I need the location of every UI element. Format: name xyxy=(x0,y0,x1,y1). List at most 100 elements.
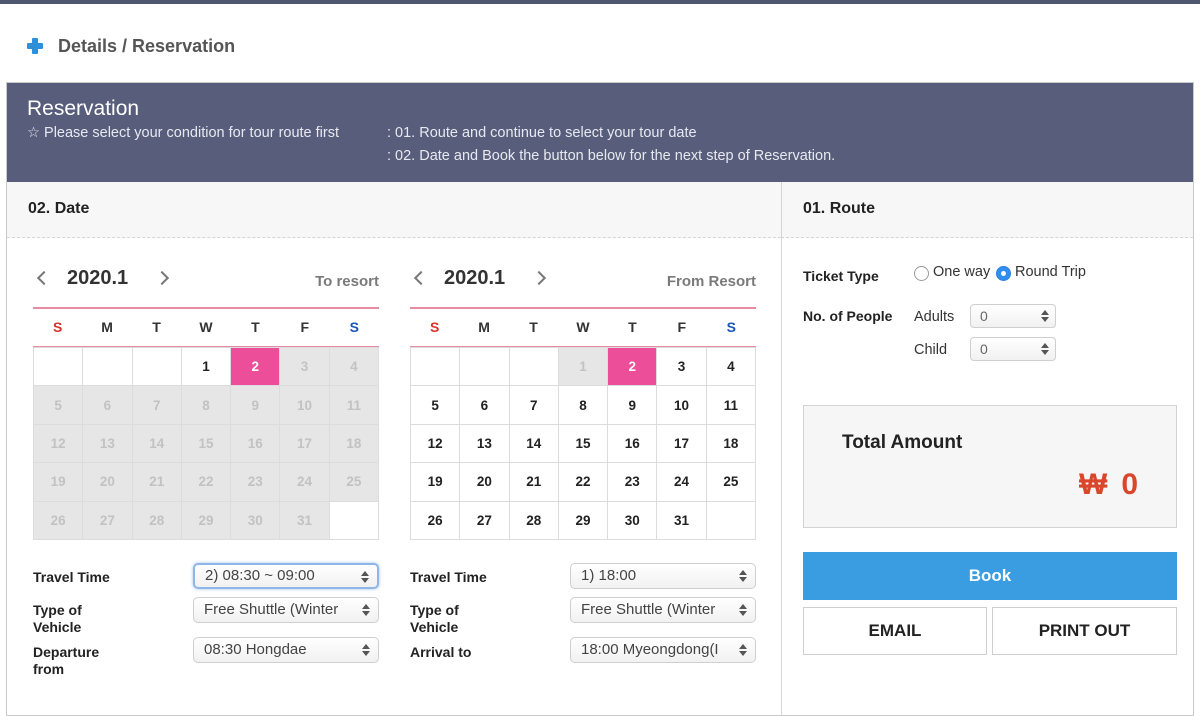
calendar-day[interactable]: 28 xyxy=(509,501,559,540)
departure-label-line-1: Departure xyxy=(33,644,100,660)
calendar-day[interactable]: 2 xyxy=(608,348,658,387)
calendar-day[interactable]: 29 xyxy=(558,501,609,540)
travel-time-select[interactable]: 1) 18:00 xyxy=(570,563,756,589)
vehicle-label: Type of Vehicle xyxy=(33,602,82,636)
calendar-day: 6 xyxy=(83,386,133,425)
adults-value: 0 xyxy=(980,308,988,324)
chevron-right-icon[interactable] xyxy=(531,270,547,286)
calendar-day[interactable]: 23 xyxy=(608,463,658,502)
round-trip-label[interactable]: Round Trip xyxy=(1015,264,1086,280)
weekday-header: S M T W T F S xyxy=(33,307,379,347)
travel-time-value: 1) 18:00 xyxy=(581,567,637,584)
calendar-day[interactable]: 3 xyxy=(657,348,707,387)
calendar-day[interactable]: 22 xyxy=(558,463,609,502)
calendar-day[interactable]: 7 xyxy=(509,386,559,425)
child-value: 0 xyxy=(980,341,988,357)
calendar-day: 11 xyxy=(329,386,379,425)
calendar-day[interactable]: 16 xyxy=(608,424,658,464)
select-arrows-icon xyxy=(361,571,369,583)
calendar-day[interactable]: 26 xyxy=(411,501,461,540)
plus-icon xyxy=(26,37,44,55)
weekday-label: T xyxy=(529,319,538,335)
calendar-day[interactable]: 17 xyxy=(657,424,707,464)
calendar-grid: 1 2 3 4 5 6 7 8 9 10 11 12 13 14 15 16 17 18 19 20 21 22 23 24 2… xyxy=(33,347,379,540)
email-button[interactable]: EMAIL xyxy=(803,607,987,655)
one-way-label[interactable]: One way xyxy=(933,264,990,280)
weekday-label: M xyxy=(478,319,490,335)
calendar-day[interactable]: 30 xyxy=(608,501,658,540)
vehicle-select[interactable]: Free Shuttle (Winter xyxy=(570,597,756,623)
calendar-day[interactable]: 10 xyxy=(657,386,707,425)
people-label: No. of People xyxy=(803,308,893,324)
calendar-day: 3 xyxy=(280,348,330,387)
one-way-radio[interactable] xyxy=(914,266,929,281)
calendar-day[interactable]: 4 xyxy=(706,348,756,387)
weekday-label: S xyxy=(430,319,440,335)
calendar-day[interactable]: 25 xyxy=(706,463,756,502)
calendar-day: 5 xyxy=(34,386,84,425)
calendar-day: 23 xyxy=(231,463,281,502)
select-arrows-icon xyxy=(739,644,747,656)
calendar-day: 10 xyxy=(280,386,330,425)
banner-step-1: : 01. Route and continue to select your … xyxy=(387,125,697,141)
calendar-day xyxy=(509,348,559,387)
calendar-day[interactable]: 31 xyxy=(657,501,707,540)
calendar-month: 2020.1 xyxy=(67,267,129,289)
calendar-day[interactable]: 13 xyxy=(460,424,510,464)
adults-select[interactable]: 0 xyxy=(970,304,1056,328)
weekday-label: T xyxy=(152,319,161,335)
calendar-month: 2020.1 xyxy=(444,267,506,289)
calendar-day[interactable]: 24 xyxy=(657,463,707,502)
chevron-left-icon[interactable] xyxy=(36,270,52,286)
weekday-label: W xyxy=(576,319,590,335)
calendar-day[interactable]: 9 xyxy=(608,386,658,425)
calendar-day[interactable]: 6 xyxy=(460,386,510,425)
calendar-day: 31 xyxy=(280,501,330,540)
calendar-day[interactable]: 2 xyxy=(231,348,281,387)
vehicle-label-line-2: Vehicle xyxy=(33,619,82,635)
calendar-day[interactable]: 5 xyxy=(411,386,461,425)
round-trip-radio[interactable] xyxy=(996,266,1011,281)
calendar-day[interactable]: 18 xyxy=(706,424,756,464)
calendar-day: 22 xyxy=(181,463,232,502)
select-arrows-icon xyxy=(362,644,370,656)
chevron-left-icon[interactable] xyxy=(413,270,429,286)
calendar-day[interactable]: 12 xyxy=(411,424,461,464)
calendar-day: 15 xyxy=(181,424,232,464)
select-arrows-icon xyxy=(1041,343,1049,355)
select-arrows-icon xyxy=(362,604,370,616)
calendar-day[interactable]: 14 xyxy=(509,424,559,464)
calendar-day[interactable]: 8 xyxy=(558,386,609,425)
total-amount-value: ₩0 xyxy=(1079,468,1138,502)
calendar-day[interactable]: 1 xyxy=(181,348,232,387)
child-select[interactable]: 0 xyxy=(970,337,1056,361)
calendar-day[interactable]: 21 xyxy=(509,463,559,502)
calendar-day: 25 xyxy=(329,463,379,502)
travel-time-select[interactable]: 2) 08:30 ~ 09:00 xyxy=(193,563,379,589)
calendar-day xyxy=(132,348,182,387)
date-section-header: 02. Date xyxy=(7,182,781,238)
chevron-right-icon[interactable] xyxy=(154,270,170,286)
book-button[interactable]: Book xyxy=(803,552,1177,600)
adults-label: Adults xyxy=(914,309,955,325)
calendar-direction: From Resort xyxy=(666,273,756,290)
calendar-day[interactable]: 27 xyxy=(460,501,510,540)
calendar-day: 19 xyxy=(34,463,84,502)
calendar-day[interactable]: 20 xyxy=(460,463,510,502)
calendar-day[interactable]: 15 xyxy=(558,424,609,464)
departure-value: 08:30 Hongdae xyxy=(204,641,307,658)
travel-time-label: Travel Time xyxy=(33,569,110,585)
arrival-select[interactable]: 18:00 Myeongdong(I xyxy=(570,637,756,663)
calendar-day[interactable]: 11 xyxy=(706,386,756,425)
travel-time-value: 2) 08:30 ~ 09:00 xyxy=(205,567,315,584)
page-title: Details / Reservation xyxy=(58,35,236,56)
calendar-day xyxy=(34,348,84,387)
vehicle-select[interactable]: Free Shuttle (Winter xyxy=(193,597,379,623)
departure-select[interactable]: 08:30 Hongdae xyxy=(193,637,379,663)
currency-symbol: ₩ xyxy=(1078,468,1108,501)
calendar-day: 20 xyxy=(83,463,133,502)
reservation-panel: Reservation ☆ Please select your conditi… xyxy=(6,82,1194,716)
total-amount-label: Total Amount xyxy=(842,432,963,453)
print-out-button[interactable]: PRINT OUT xyxy=(992,607,1177,655)
calendar-day[interactable]: 19 xyxy=(411,463,461,502)
